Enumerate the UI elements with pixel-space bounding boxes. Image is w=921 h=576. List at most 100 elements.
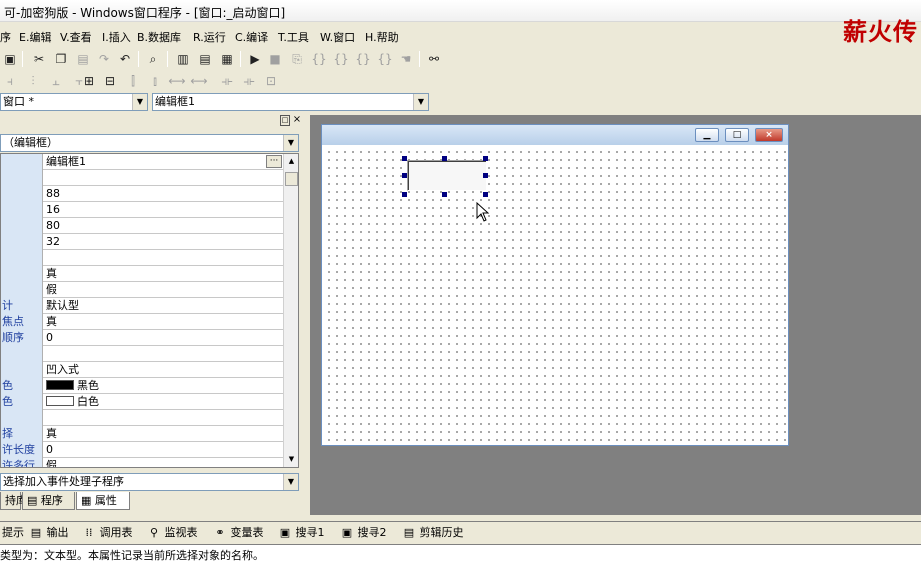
stop-icon[interactable]: ■	[266, 50, 284, 68]
property-row[interactable]: 16	[1, 202, 283, 218]
cut-icon[interactable]: ✂	[30, 50, 48, 68]
tab-search-2[interactable]: ▣ 搜寻2	[338, 525, 387, 542]
tab-properties[interactable]: ▦ 属性	[76, 492, 130, 510]
menu-insert[interactable]: I.插入	[102, 29, 131, 45]
property-row[interactable]: 择真	[1, 426, 283, 442]
align-top-icon[interactable]: ⫠	[47, 72, 65, 90]
property-row[interactable]: 许长度 0	[1, 442, 283, 458]
hand-icon[interactable]: ☚	[397, 50, 415, 68]
align-left-icon[interactable]: ⫞	[1, 72, 19, 90]
undo-icon[interactable]: ↶	[116, 50, 134, 68]
step-out-icon[interactable]: {}	[354, 50, 372, 68]
property-row[interactable]	[1, 170, 283, 186]
chevron-down-icon[interactable]: ▼	[132, 94, 147, 110]
resize-handle[interactable]	[402, 192, 407, 197]
run-icon[interactable]: ▶	[246, 50, 264, 68]
space-vertical-icon[interactable]: ⟷	[190, 72, 208, 90]
property-value[interactable]: 32	[46, 234, 60, 250]
minimize-icon[interactable]: ▁	[695, 128, 719, 142]
layout-icon[interactable]: ▤	[196, 50, 214, 68]
find-icon[interactable]: ⌕	[144, 50, 162, 68]
menu-window[interactable]: W.窗口	[320, 29, 355, 45]
align-center-icon[interactable]: ⫶	[24, 72, 42, 90]
step-into-icon[interactable]: {}	[310, 50, 328, 68]
property-value[interactable]: 凹入式	[46, 362, 79, 378]
menu-tools[interactable]: T.工具	[278, 29, 309, 45]
property-value[interactable]: 0	[46, 330, 53, 346]
resize-handle[interactable]	[483, 156, 488, 161]
menu-compile[interactable]: C.编译	[235, 29, 268, 45]
center-horizontal-icon[interactable]: ⊞	[80, 72, 98, 90]
spacing-icon[interactable]: ⟛	[240, 72, 258, 90]
resize-handle[interactable]	[442, 156, 447, 161]
spacing-icon[interactable]: ⟛	[218, 72, 236, 90]
menu-edit[interactable]: E.编辑	[19, 29, 51, 45]
paste-icon[interactable]: ▤	[74, 50, 92, 68]
property-value[interactable]: 编辑框1	[46, 154, 86, 170]
property-row[interactable]: 32	[1, 234, 283, 250]
property-row[interactable]: 88	[1, 186, 283, 202]
property-row[interactable]: 计默认型	[1, 298, 283, 314]
property-row[interactable]	[1, 346, 283, 362]
resize-handle[interactable]	[402, 156, 407, 161]
property-row[interactable]: 80	[1, 218, 283, 234]
menu-help[interactable]: H.帮助	[365, 29, 399, 45]
resize-handle[interactable]	[483, 192, 488, 197]
menu-program[interactable]: 序	[0, 29, 11, 45]
form-design-grid[interactable]	[323, 146, 787, 445]
close-icon[interactable]: ×	[755, 128, 783, 142]
maximize-icon[interactable]: □	[725, 128, 749, 142]
close-icon[interactable]: ×	[292, 115, 302, 126]
property-value[interactable]: 默认型	[46, 298, 79, 314]
property-row[interactable]: 顺序 0	[1, 330, 283, 346]
tab-library[interactable]: 持库	[0, 492, 27, 510]
tab-hint[interactable]: 提示	[0, 525, 24, 542]
ellipsis-button[interactable]: ···	[266, 155, 282, 168]
tab-program[interactable]: ▤ 程序	[22, 492, 75, 510]
property-value[interactable]: 假	[46, 458, 57, 467]
chevron-down-icon[interactable]: ▼	[283, 135, 298, 151]
scroll-thumb[interactable]	[285, 172, 298, 186]
property-row[interactable]	[1, 410, 283, 426]
chevron-down-icon[interactable]: ▼	[413, 94, 428, 110]
layout-icon[interactable]: ▦	[218, 50, 236, 68]
step-over-icon[interactable]: {}	[332, 50, 350, 68]
redo-icon[interactable]: ↷	[95, 50, 113, 68]
copy-icon[interactable]: ❐	[52, 50, 70, 68]
layout-icon[interactable]: ▥	[174, 50, 192, 68]
property-scrollbar[interactable]: ▲ ▼	[283, 154, 298, 467]
tab-call-stack[interactable]: ⁞⁞ 调用表	[80, 525, 133, 542]
property-value[interactable]: 80	[46, 218, 60, 234]
restore-icon[interactable]: □	[280, 115, 290, 126]
save-icon[interactable]: ▣	[1, 50, 19, 68]
property-row[interactable]: 凹入式	[1, 362, 283, 378]
property-value[interactable]: 黑色	[46, 378, 99, 394]
grid-icon[interactable]: ⊡	[262, 72, 280, 90]
property-value[interactable]: 假	[46, 282, 57, 298]
property-row[interactable]: 编辑框1 ···	[1, 154, 283, 170]
object-selector[interactable]: （编辑框） ▼	[0, 134, 299, 152]
property-value[interactable]: 真	[46, 314, 57, 330]
property-value[interactable]: 16	[46, 202, 60, 218]
breakpoint-icon[interactable]: {}	[376, 50, 394, 68]
form-window[interactable]: ▁ □ ×	[321, 124, 789, 446]
property-row[interactable]: 假	[1, 282, 283, 298]
space-horizontal-icon[interactable]: ⟷	[168, 72, 186, 90]
resize-handle[interactable]	[483, 173, 488, 178]
property-row[interactable]: 色 白色	[1, 394, 283, 410]
chevron-down-icon[interactable]: ▼	[283, 474, 298, 490]
scroll-up-icon[interactable]: ▲	[285, 154, 298, 168]
tab-clip-history[interactable]: ▤ 剪辑历史	[400, 525, 464, 542]
property-value[interactable]: 0	[46, 442, 53, 458]
property-row[interactable]	[1, 250, 283, 266]
tab-search-1[interactable]: ▣ 搜寻1	[276, 525, 325, 542]
menu-view[interactable]: V.查看	[60, 29, 92, 45]
menu-database[interactable]: B.数据库	[137, 29, 181, 45]
center-vertical-icon[interactable]: ⊟	[101, 72, 119, 90]
step-icon[interactable]: ⎘	[288, 50, 306, 68]
menu-run[interactable]: R.运行	[193, 29, 226, 45]
scroll-down-icon[interactable]: ▼	[285, 452, 298, 466]
property-row[interactable]: 色 黑色	[1, 378, 283, 394]
window-selector[interactable]: 窗口 * ▼	[0, 93, 148, 111]
tab-output[interactable]: ▤ 输出	[27, 525, 69, 542]
